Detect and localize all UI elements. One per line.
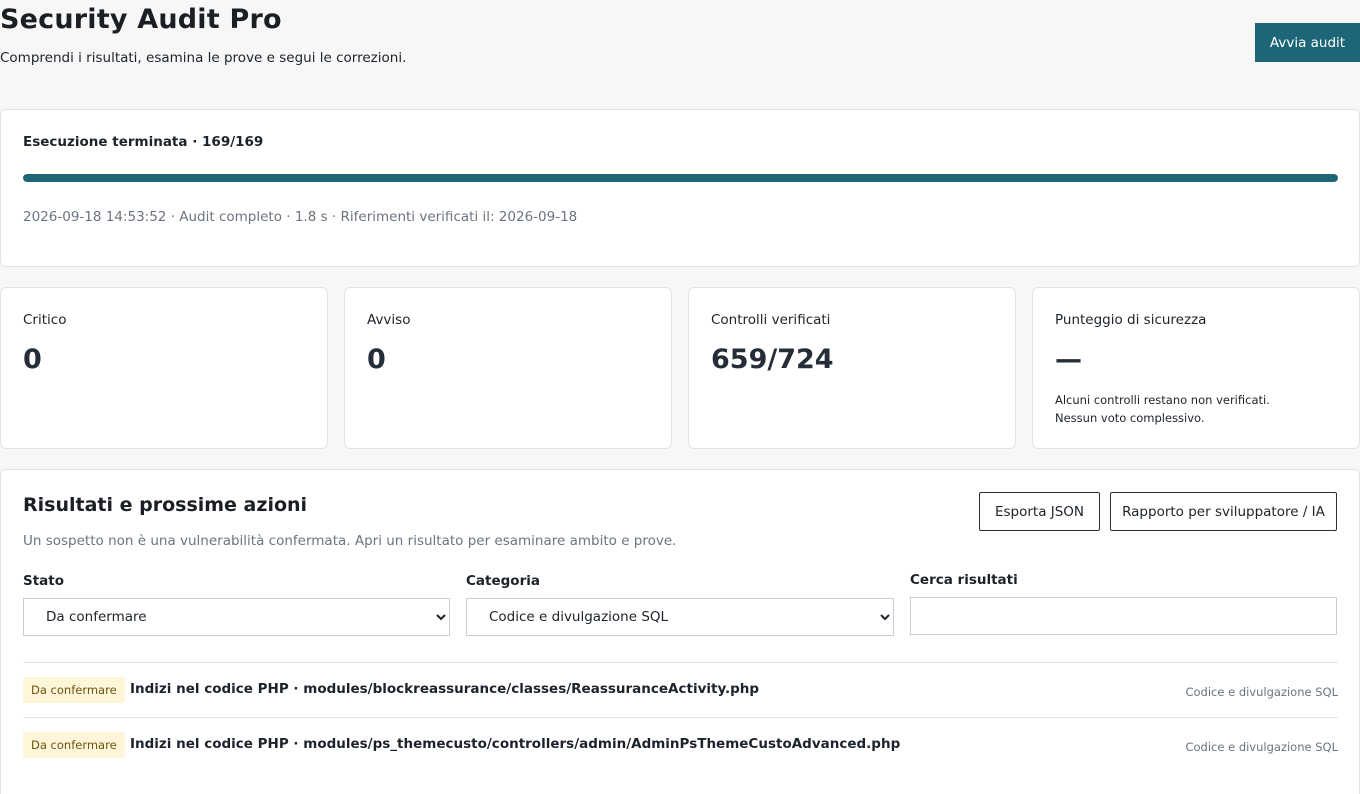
status-filter-select[interactable]: Da confermare xyxy=(23,598,450,636)
stat-label: Controlli verificati xyxy=(711,312,831,328)
stat-card-critical: Critico 0 xyxy=(0,287,328,449)
progress-fill xyxy=(23,174,1338,182)
result-category: Codice e divulgazione SQL xyxy=(1185,685,1338,699)
page-subtitle: Comprendi i risultati, esamina le prove … xyxy=(0,50,407,66)
stat-card-warning: Avviso 0 xyxy=(344,287,672,449)
results-title: Risultati e prossime azioni xyxy=(23,494,308,516)
stat-label: Punteggio di sicurezza xyxy=(1055,312,1207,328)
result-title: Indizi nel codice PHP · modules/blockrea… xyxy=(130,681,760,697)
run-meta: 2026-09-18 14:53:52 · Audit completo · 1… xyxy=(23,209,578,225)
result-title: Indizi nel codice PHP · modules/ps_theme… xyxy=(130,736,901,752)
run-status-card: Esecuzione terminata · 169/169 2026-09-1… xyxy=(0,109,1360,267)
result-row[interactable]: Da confermare Indizi nel codice PHP · mo… xyxy=(23,663,1338,717)
result-row[interactable]: Da confermare Indizi nel codice PHP · mo… xyxy=(23,718,1338,772)
stat-value: 659/724 xyxy=(711,344,834,375)
stat-value: 0 xyxy=(23,344,42,375)
page-header: Security Audit Pro Comprendi i risultati… xyxy=(0,0,1360,90)
result-category: Codice e divulgazione SQL xyxy=(1185,740,1338,754)
stat-card-score: Punteggio di sicurezza — Alcuni controll… xyxy=(1032,287,1360,449)
status-badge: Da confermare xyxy=(23,677,125,703)
stat-note-line: Alcuni controlli restano non verificati. xyxy=(1055,393,1270,407)
search-input[interactable] xyxy=(910,597,1337,635)
stat-note: Alcuni controlli restano non verificati.… xyxy=(1055,391,1270,427)
run-status-title: Esecuzione terminata · 169/169 xyxy=(23,134,264,150)
status-badge: Da confermare xyxy=(23,732,125,758)
category-filter-select[interactable]: Codice e divulgazione SQL xyxy=(466,598,894,636)
start-audit-button[interactable]: Avvia audit xyxy=(1255,23,1360,62)
export-json-button[interactable]: Esporta JSON xyxy=(979,492,1100,531)
progress-bar xyxy=(23,174,1338,182)
stat-value: — xyxy=(1055,344,1082,375)
search-label: Cerca risultati xyxy=(910,572,1018,588)
page-title: Security Audit Pro xyxy=(0,4,282,35)
stat-value: 0 xyxy=(367,344,386,375)
stat-note-line: Nessun voto complessivo. xyxy=(1055,411,1205,425)
results-card: Risultati e prossime azioni Un sospetto … xyxy=(0,469,1360,794)
developer-report-button[interactable]: Rapporto per sviluppatore / IA xyxy=(1110,492,1337,531)
stat-label: Critico xyxy=(23,312,67,328)
results-description: Un sospetto non è una vulnerabilità conf… xyxy=(23,533,677,549)
stat-card-checks: Controlli verificati 659/724 xyxy=(688,287,1016,449)
stat-label: Avviso xyxy=(367,312,411,328)
category-filter-label: Categoria xyxy=(466,573,540,589)
status-filter-label: Stato xyxy=(23,573,65,589)
